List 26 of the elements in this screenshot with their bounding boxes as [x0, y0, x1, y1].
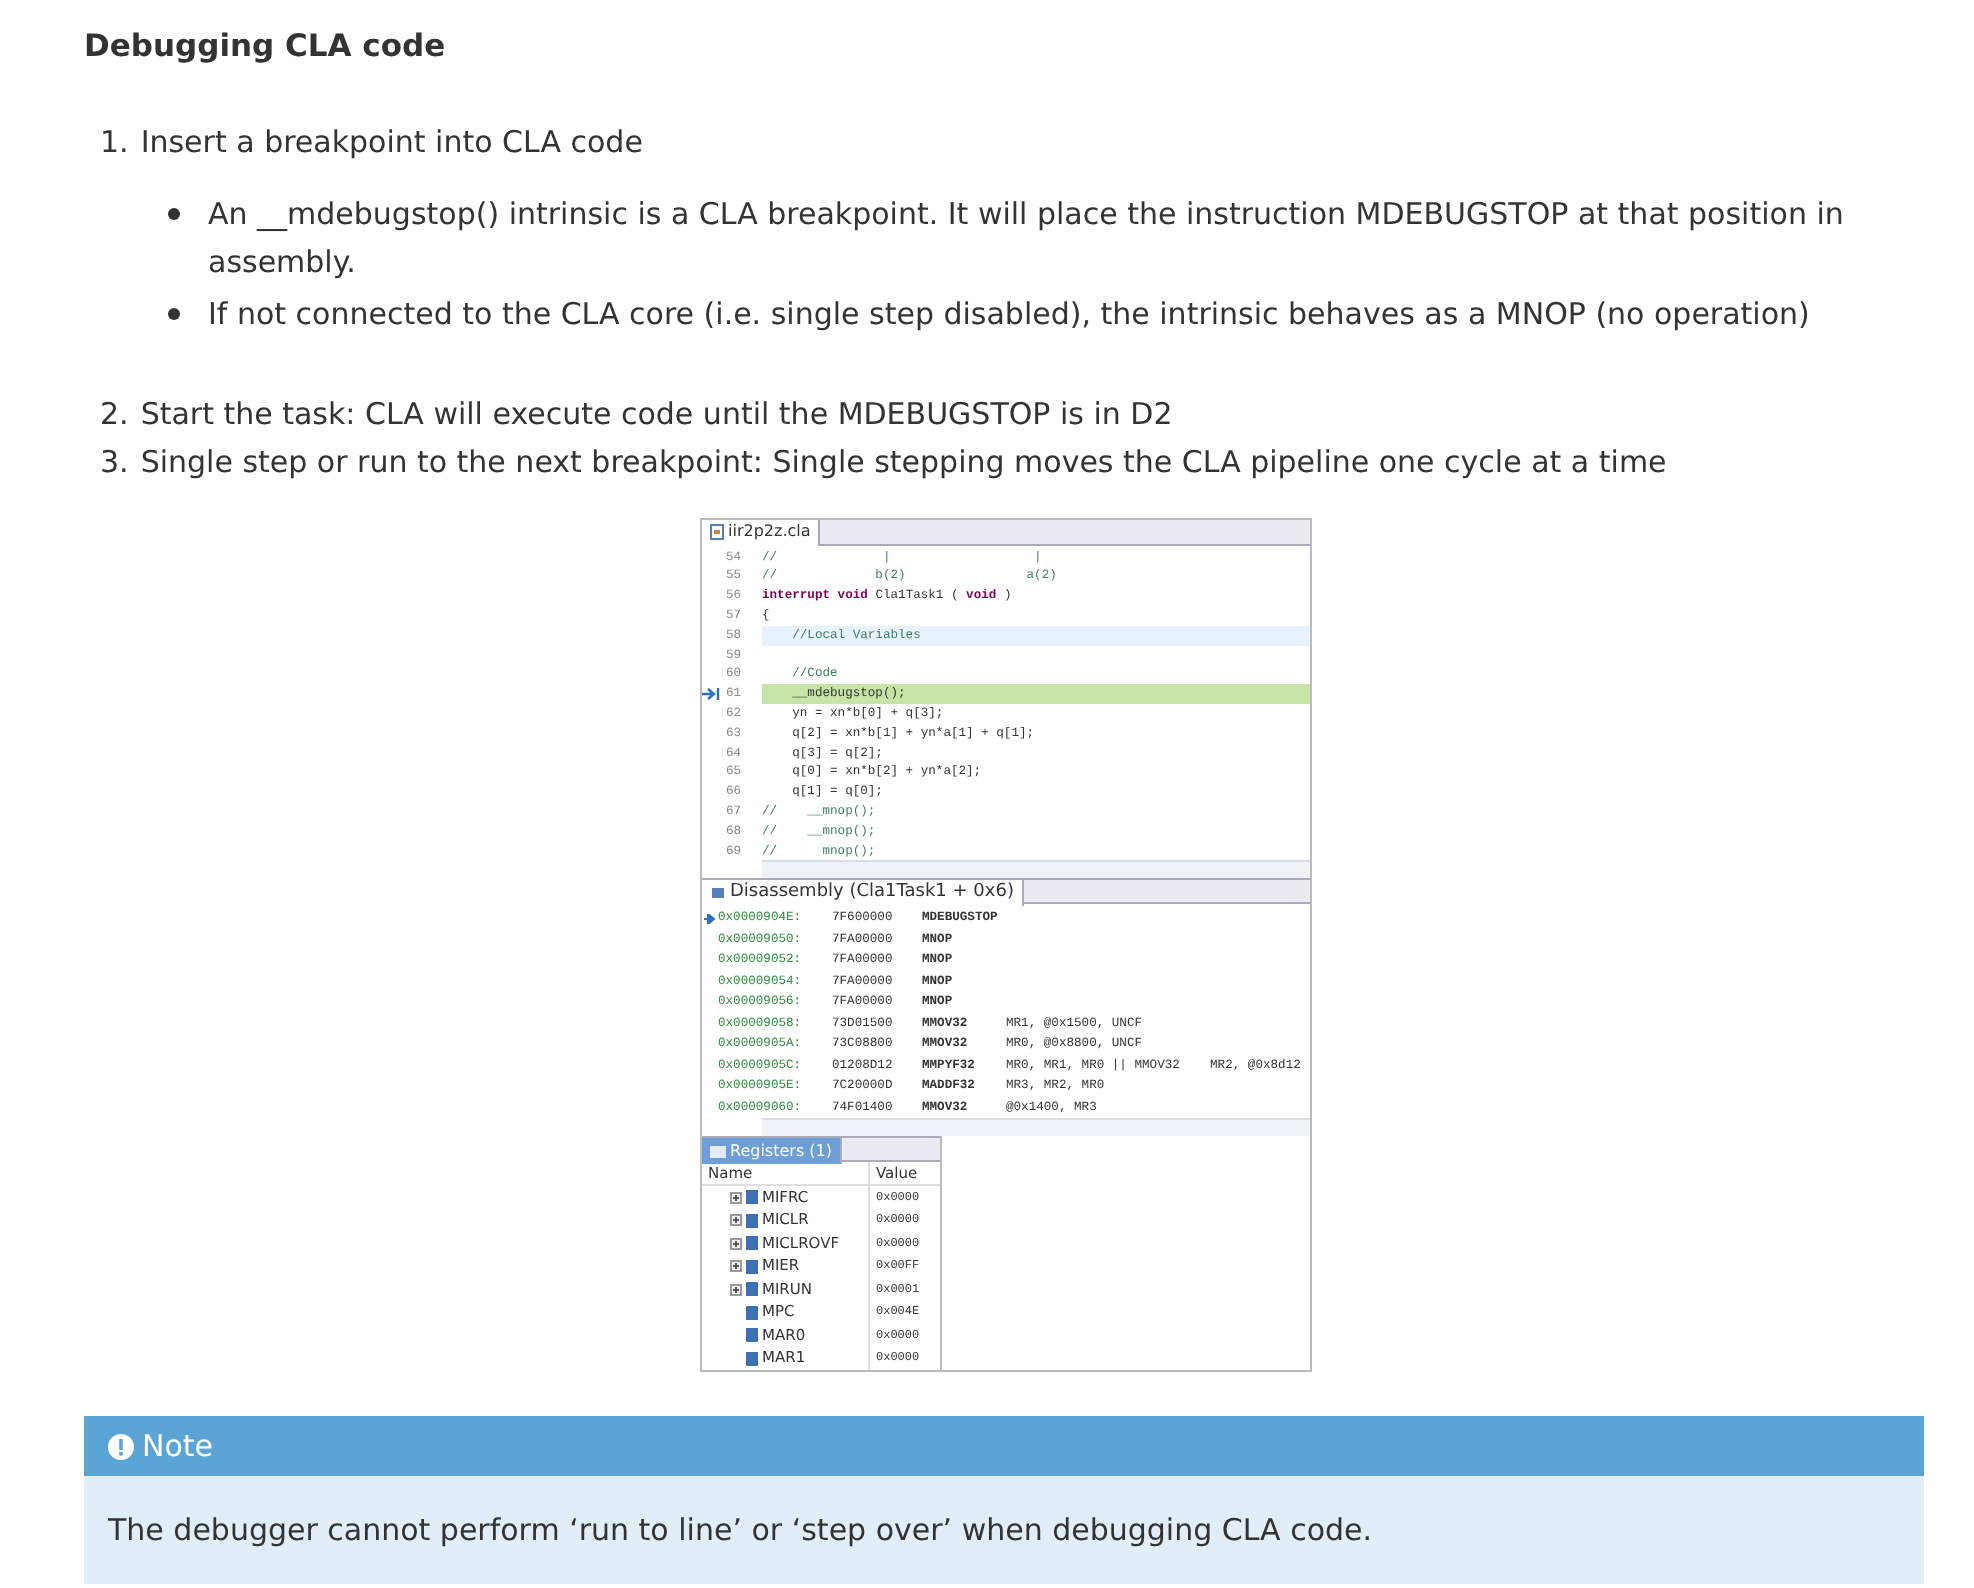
expand-icon[interactable] [730, 1214, 742, 1227]
note-heading: Note [142, 1425, 214, 1468]
warning-icon [108, 1433, 134, 1460]
bullet-icon [168, 307, 180, 320]
step-text: Insert a breakpoint into CLA code [140, 121, 643, 164]
scrollbar[interactable] [762, 860, 1310, 879]
disassembly-tab[interactable]: Disassembly (Cla1Task1 + 0x6) [702, 880, 1024, 907]
step-text: Single step or run to the next breakpoint: Single stepping moves the CLA pipeline one cycle at a time [140, 441, 1667, 484]
file-icon [710, 524, 724, 541]
step-number: 3. [100, 441, 129, 484]
expand-icon[interactable] [730, 1191, 742, 1204]
scrollbar[interactable] [762, 1118, 1310, 1137]
editor-tab[interactable]: iir2p2z.cla [702, 519, 821, 546]
step-number: 2. [100, 393, 129, 436]
arrow-icon [704, 914, 716, 925]
page-title: Debugging CLA code [84, 28, 448, 66]
expand-icon[interactable] [730, 1283, 742, 1296]
step-text: Start the task: CLA will execute code until the MDEBUGSTOP is in D2 [140, 393, 1173, 436]
arrow-icon [702, 687, 720, 699]
expand-icon[interactable] [730, 1260, 742, 1273]
bullet-text: If not connected to the CLA core (i.e. single step disabled), the intrinsic behaves as a MNOP (no operation) [208, 293, 1810, 336]
note-text: The debugger cannot perform ‘run to line’ or ‘step over’ when debugging CLA code. [84, 1476, 1924, 1584]
bullet-text: An __mdebugstop() intrinsic is a CLA breakpoint. It will place the instruction MDEBUGSTOP at that position in assembly. [208, 193, 1846, 284]
expand-icon[interactable] [730, 1237, 742, 1250]
bullet-icon [168, 207, 180, 220]
step-number: 1. [100, 121, 129, 164]
